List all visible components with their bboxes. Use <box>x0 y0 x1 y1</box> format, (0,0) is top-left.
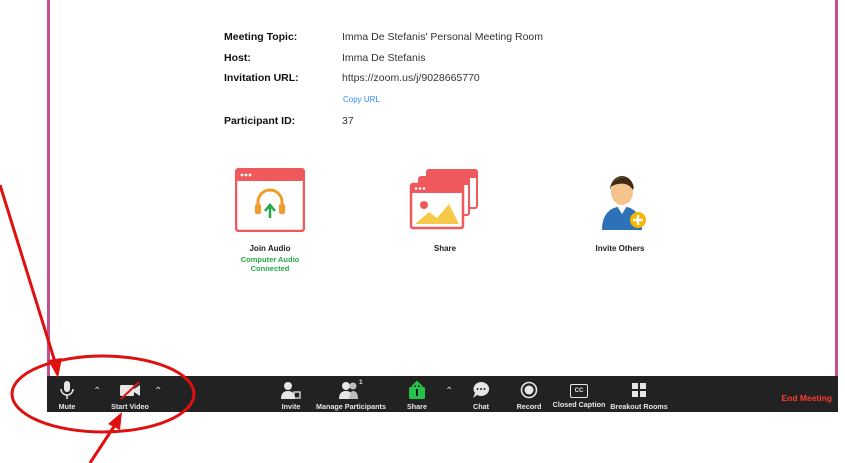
invitation-url-label: Invitation URL: <box>224 72 299 84</box>
mute-button[interactable]: Mute <box>53 376 81 412</box>
share-label: Share <box>433 244 457 253</box>
invitation-url-value: https://zoom.us/j/9028665770 <box>342 72 480 84</box>
invite-others-button[interactable]: Invite Others <box>578 168 662 253</box>
record-label: Record <box>516 402 542 411</box>
start-video-button[interactable]: Start Video <box>107 376 153 412</box>
breakout-rooms-button[interactable]: Breakout Rooms <box>607 376 671 412</box>
meeting-topic-value: Imma De Stefanis' Personal Meeting Room <box>342 31 544 43</box>
mute-label: Mute <box>58 402 76 411</box>
share-screen-icon <box>409 169 478 230</box>
chat-button[interactable]: Chat <box>469 376 493 412</box>
invite-others-label: Invite Others <box>595 244 645 253</box>
end-meeting-button[interactable]: End Meeting <box>781 393 832 403</box>
share-options-chevron-icon[interactable]: ⌃ <box>445 386 453 397</box>
host-value: Imma De Stefanis <box>342 52 426 64</box>
record-icon <box>520 381 538 399</box>
closed-caption-label: Closed Caption <box>552 400 606 409</box>
closed-caption-button[interactable]: CC Closed Caption <box>550 376 608 412</box>
record-button[interactable]: Record <box>513 376 545 412</box>
participant-id-value: 37 <box>342 115 354 127</box>
copy-url-link[interactable]: Copy URL <box>343 95 380 104</box>
invite-label: Invite <box>281 402 301 411</box>
participant-id-label: Participant ID: <box>224 115 296 127</box>
invite-button[interactable]: Invite <box>278 376 304 412</box>
headphones-icon <box>235 168 305 232</box>
invite-icon <box>281 382 301 399</box>
microphone-icon <box>60 381 74 399</box>
meeting-topic-label: Meeting Topic: <box>224 31 298 43</box>
chat-bubble-icon <box>473 381 490 398</box>
annotation-arrow-bottom <box>88 424 117 463</box>
share-screen-toolbar-icon <box>409 380 425 399</box>
audio-status-text: Computer Audio Connected <box>240 255 300 273</box>
share-toolbar-label: Share <box>407 402 427 411</box>
join-audio-button[interactable]: Join Audio Computer Audio Connected <box>228 168 312 273</box>
breakout-rooms-icon <box>632 383 646 397</box>
share-screen-button[interactable]: Share <box>403 168 487 253</box>
breakout-rooms-label: Breakout Rooms <box>610 402 668 411</box>
host-label: Host: <box>224 52 251 64</box>
participant-count-badge: 1 <box>359 379 363 386</box>
annotation-arrowhead-bottom <box>108 412 122 430</box>
closed-caption-icon: CC <box>570 384 588 398</box>
video-options-chevron-icon[interactable]: ⌃ <box>154 386 162 397</box>
invite-person-icon <box>602 176 646 230</box>
chat-label: Chat <box>473 402 489 411</box>
video-off-icon <box>120 381 140 400</box>
start-video-label: Start Video <box>111 402 149 411</box>
meeting-toolbar: Mute ⌃ Start Video ⌃ Invite 1 Manage Par… <box>47 376 838 412</box>
join-audio-label: Join Audio <box>249 244 291 253</box>
share-screen-toolbar-button[interactable]: Share <box>403 376 431 412</box>
audio-options-chevron-icon[interactable]: ⌃ <box>93 386 101 397</box>
manage-participants-button[interactable]: 1 Manage Participants <box>313 376 389 412</box>
manage-participants-label: Manage Participants <box>316 402 386 411</box>
